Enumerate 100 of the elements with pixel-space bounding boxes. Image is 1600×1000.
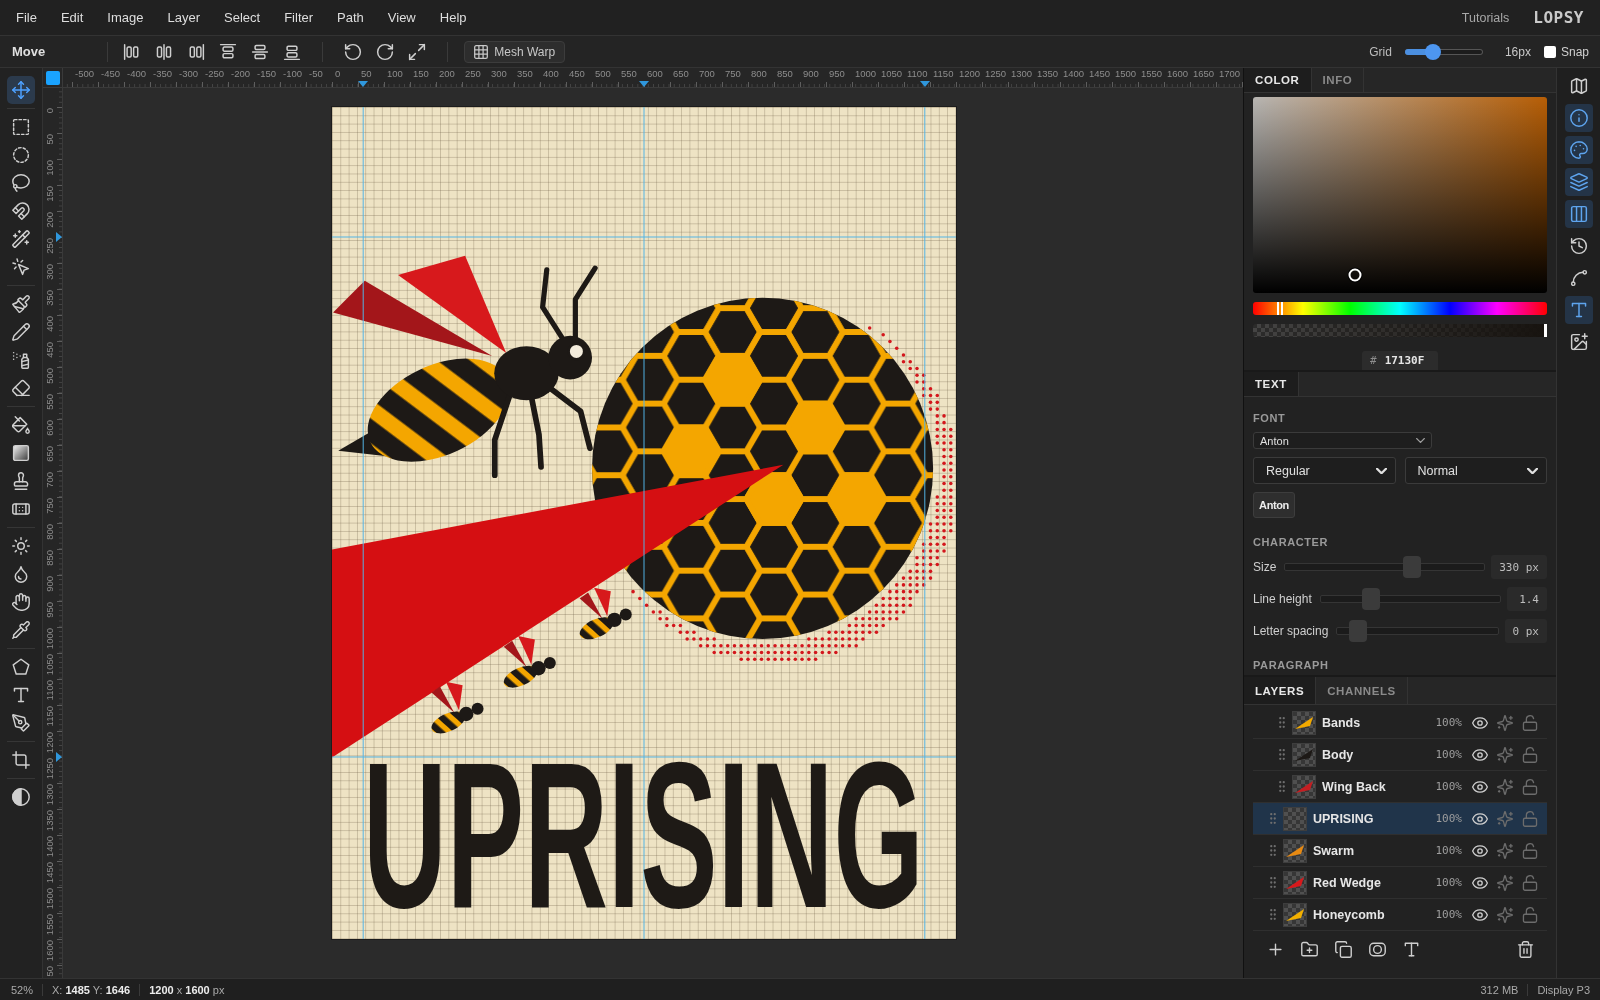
ruler-label: 1550 <box>1141 69 1163 79</box>
eye-icon[interactable] <box>1472 714 1488 731</box>
panel-tab[interactable]: COLOR <box>1244 68 1312 92</box>
picker-handle[interactable] <box>1348 268 1362 282</box>
font-dropdown[interactable]: Anton <box>1253 432 1432 449</box>
sparkles-icon[interactable] <box>1497 778 1513 795</box>
unlock-icon[interactable] <box>1522 842 1538 859</box>
sparkles-icon[interactable] <box>1497 842 1513 859</box>
ruler-label: 600 <box>45 420 55 436</box>
value-field[interactable]: 0 px <box>1504 619 1547 643</box>
hex-field[interactable]: # 17130F <box>1362 351 1438 370</box>
panel-tab[interactable]: LAYERS <box>1244 677 1317 704</box>
drag-handle-icon[interactable] <box>1270 877 1276 888</box>
slider[interactable] <box>1319 588 1501 610</box>
panel-tab[interactable]: TEXT <box>1244 372 1299 396</box>
menu-item[interactable]: Image <box>107 10 144 25</box>
layer-row[interactable]: Red Wedge 100% <box>1253 867 1547 899</box>
eye-icon[interactable] <box>1472 810 1488 827</box>
slider-thumb[interactable] <box>1425 43 1442 60</box>
drag-handle-icon[interactable] <box>1270 813 1276 824</box>
menu-item[interactable]: Filter <box>284 10 314 25</box>
color-profile: Display P3 <box>1537 983 1590 996</box>
slider-thumb[interactable] <box>1349 620 1368 642</box>
unlock-icon[interactable] <box>1522 874 1538 891</box>
drag-handle-icon[interactable] <box>1279 717 1285 728</box>
layer-opacity: 100% <box>1435 780 1462 793</box>
eye-icon[interactable] <box>1472 906 1488 923</box>
grid-icon <box>474 44 489 59</box>
drag-handle-icon[interactable] <box>1279 749 1285 760</box>
opacity-slider[interactable] <box>1253 324 1547 337</box>
drag-handle-icon[interactable] <box>1270 909 1276 920</box>
drag-handle-icon[interactable] <box>1279 781 1285 792</box>
value-field[interactable]: 330 px <box>1491 555 1547 579</box>
expand-icon <box>408 42 427 61</box>
sparkles-icon[interactable] <box>1497 714 1513 731</box>
mask-button[interactable] <box>1368 940 1386 958</box>
unlock-icon[interactable] <box>1522 906 1538 923</box>
panel-toggle-button[interactable] <box>1564 296 1593 324</box>
sparkles-icon[interactable] <box>1497 906 1513 923</box>
ruler-label: -450 <box>101 69 120 79</box>
slider[interactable] <box>1336 620 1499 642</box>
cursor-sparkle-icon <box>12 258 30 276</box>
tool-button[interactable] <box>7 76 35 104</box>
value-field[interactable]: 1.4 <box>1507 587 1547 611</box>
menu-item[interactable]: Edit <box>60 10 84 25</box>
layer-opacity: 100% <box>1435 748 1462 761</box>
ruler-label: 600 <box>647 69 663 79</box>
snap-checkbox[interactable] <box>1543 45 1556 58</box>
sparkles-icon[interactable] <box>1497 746 1513 763</box>
eye-icon[interactable] <box>1472 746 1488 763</box>
menu-item[interactable]: Help <box>439 10 467 25</box>
unlock-icon[interactable] <box>1522 810 1538 827</box>
layer-row[interactable]: Bands 100% <box>1253 707 1547 739</box>
style-dropdown[interactable]: Regular <box>1253 457 1396 484</box>
menu-item[interactable]: Select <box>224 10 261 25</box>
slider-thumb[interactable] <box>1403 556 1422 578</box>
slider-thumb[interactable] <box>1276 302 1283 315</box>
sparkles-icon[interactable] <box>1497 874 1513 891</box>
menu-item[interactable]: Path <box>337 10 364 25</box>
slider[interactable] <box>1284 556 1486 578</box>
slider-thumb[interactable] <box>1362 588 1381 610</box>
slider-thumb[interactable] <box>1544 324 1547 337</box>
ruler-label: 1000 <box>45 628 55 650</box>
unlock-icon[interactable] <box>1522 778 1538 795</box>
new-layer-button[interactable] <box>1266 940 1284 958</box>
eye-icon[interactable] <box>1472 842 1488 859</box>
eye-icon[interactable] <box>1472 778 1488 795</box>
delete-layer-button[interactable] <box>1516 940 1534 958</box>
align-middle-icon <box>251 42 270 61</box>
layer-row[interactable]: Swarm 100% <box>1253 835 1547 867</box>
document-size: 1200 x 1600 px <box>149 983 225 996</box>
pentagon-icon <box>12 658 30 676</box>
layer-row[interactable]: Body 100% <box>1253 739 1547 771</box>
unlock-icon[interactable] <box>1522 714 1538 731</box>
eye-icon[interactable] <box>1472 874 1488 891</box>
layer-row[interactable]: UPRISING 100% <box>1253 803 1547 835</box>
info-icon <box>1569 109 1588 127</box>
text-layer-button[interactable] <box>1402 940 1420 958</box>
panel-toggle-button[interactable] <box>1564 168 1593 196</box>
panel-toggle-button[interactable] <box>1564 136 1593 164</box>
hue-slider[interactable] <box>1253 302 1547 315</box>
panel-toggle-button[interactable] <box>1564 104 1593 132</box>
mode-dropdown[interactable]: Normal <box>1404 457 1547 484</box>
grid-slider[interactable] <box>1404 43 1483 60</box>
duplicate-button[interactable] <box>1334 940 1352 958</box>
drag-handle-icon[interactable] <box>1270 845 1276 856</box>
layer-row[interactable]: Honeycomb 100% <box>1253 899 1547 931</box>
color-field[interactable] <box>1253 97 1547 293</box>
menu-item[interactable]: File <box>16 10 37 25</box>
mesh-warp-button[interactable]: Mesh Warp <box>464 40 566 63</box>
tutorials-link[interactable]: Tutorials <box>1461 10 1510 25</box>
panel-tab[interactable]: INFO <box>1311 68 1365 92</box>
menu-item[interactable]: Layer <box>167 10 201 25</box>
sparkles-icon[interactable] <box>1497 810 1513 827</box>
font-preview-button[interactable]: Anton <box>1253 492 1295 518</box>
new-group-button[interactable] <box>1300 940 1318 958</box>
menu-item[interactable]: View <box>387 10 416 25</box>
unlock-icon[interactable] <box>1522 746 1538 763</box>
panel-tab[interactable]: CHANNELS <box>1316 677 1408 704</box>
panel-toggle-button[interactable] <box>1564 200 1593 228</box>
